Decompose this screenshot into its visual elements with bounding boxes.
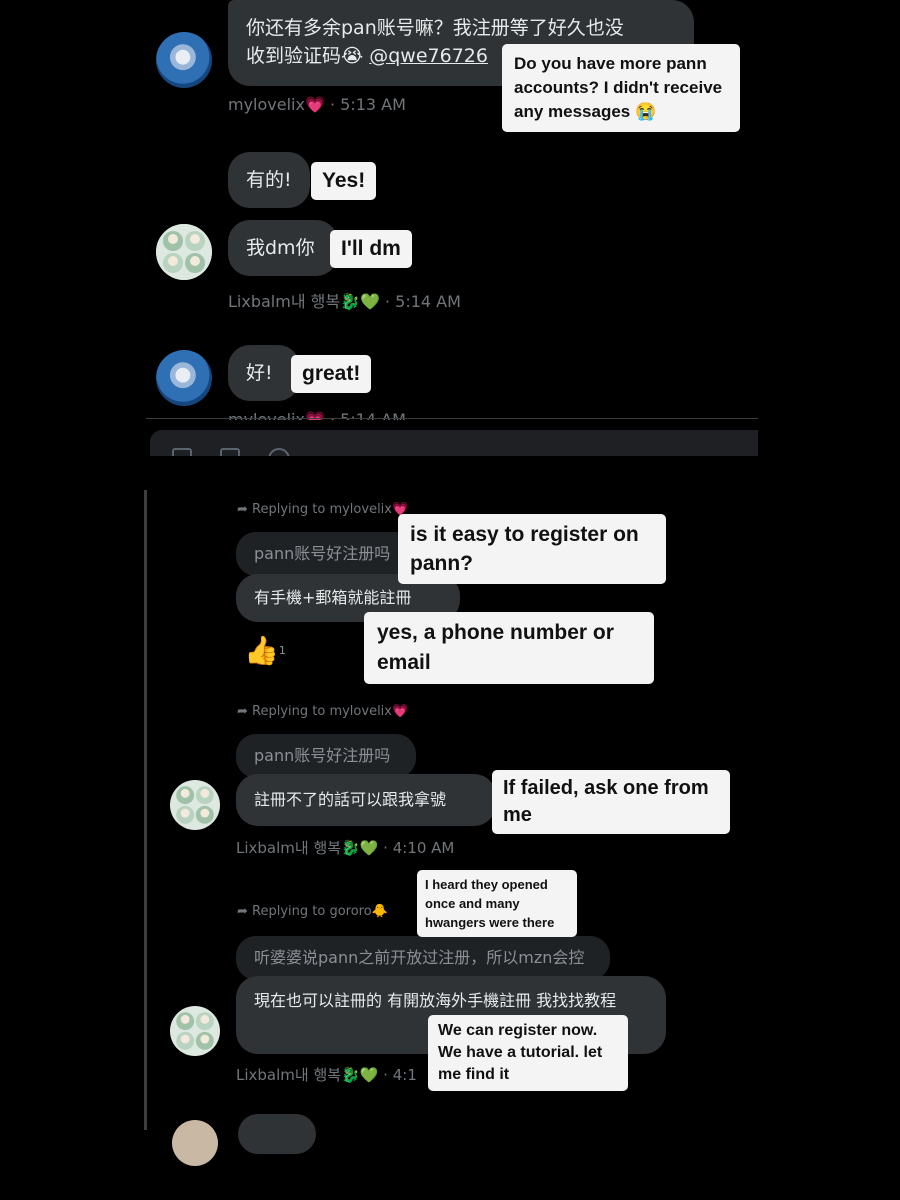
compose-bar[interactable] [150,430,758,456]
message-1-meta: mylovelix💗 · 5:13 AM [228,95,406,114]
image-icon[interactable] [172,448,192,456]
reply-indicator-1: ➦ Replying to mylovelix💗 [237,502,408,517]
message-4-text: 好! [246,362,273,384]
message-bubble-6[interactable]: 註冊不了的話可以跟我拿號 [236,774,496,826]
reply-arrow-icon: ➦ [237,502,253,517]
thumbs-up-icon: 👍 [244,634,279,667]
message-2-text: 有的! [246,169,292,191]
quoted-message-2[interactable]: pann账号好注册吗 [236,734,416,778]
message-1-line1: 你还有多余pan账号嘛？我注册等了好久也没 [246,17,624,39]
translation-8: I heard they opened once and many hwange… [417,870,577,937]
message-6-meta: Lixbalm내 행복🐉💚 · 4:10 AM [236,839,455,857]
thread-line [144,490,147,1130]
reply-indicator-2: ➦ Replying to mylovelix💗 [237,704,408,719]
reaction-thumbs-up[interactable]: 👍1 [244,634,286,668]
translation-6: yes, a phone number or email [364,612,654,684]
avatar-lixbalm-2[interactable] [170,780,220,830]
translation-7: If failed, ask one from me [492,770,730,834]
avatar-image [170,1006,220,1056]
message-7-meta: Lixbalm내 행복🐉💚 · 4:1 [236,1066,417,1084]
quoted-text-2: pann账号好注册吗 [254,746,391,765]
message-3-text: 我dm你 [246,237,315,259]
reaction-count: 1 [278,644,286,657]
reply-to-label-2: Replying to mylovelix💗 [252,704,409,719]
translation-1: Do you have more pann accounts? I didn't… [502,44,740,132]
reply-to-label-1: Replying to mylovelix💗 [252,502,409,517]
avatar-lixbalm[interactable] [156,224,212,280]
avatar-partial[interactable] [172,1120,218,1166]
avatar-image [170,780,220,830]
reply-to-label-3: Replying to gororo🐥 [252,904,388,919]
avatar-lixbalm-3[interactable] [170,1006,220,1056]
mention-link[interactable]: @qwe76726 [369,45,488,67]
quoted-message-1[interactable]: pann账号好注册吗 [236,532,416,576]
reply-arrow-icon: ➦ [237,904,253,919]
message-3-meta: Lixbalm내 행복🐉💚 · 5:14 AM [228,292,461,311]
translation-5: is it easy to register on pann? [398,514,666,584]
message-bubble-3[interactable]: 我dm你 [228,220,338,276]
quoted-message-3[interactable]: 听婆婆说pann之前开放过注册，所以mzn会控 [236,936,610,980]
translation-9: We can register now. We have a tutorial.… [428,1015,628,1091]
gif-icon[interactable] [220,448,240,456]
message-bubble-partial[interactable] [238,1114,316,1154]
translation-2: Yes! [311,162,377,201]
translation-3: I'll dm [330,230,412,269]
message-bubble-4[interactable]: 好! [228,345,300,401]
reply-arrow-icon: ➦ [237,704,253,719]
quoted-text-3: 听婆婆说pann之前开放过注册，所以mzn会控 [254,948,585,967]
avatar-image [156,224,212,280]
translation-4: great! [291,355,372,394]
message-1-line2: 收到验证码😭 [246,45,370,67]
message-6-text: 註冊不了的話可以跟我拿號 [254,790,447,809]
divider [146,418,758,419]
avatar-mylovelix-2[interactable] [156,350,212,406]
avatar-mylovelix[interactable] [156,32,212,88]
quoted-text-1: pann账号好注册吗 [254,544,391,563]
message-5-text: 有手機+郵箱就能註冊 [254,588,412,607]
emoji-icon[interactable] [268,448,290,456]
reply-indicator-3: ➦ Replying to gororo🐥 [237,904,388,919]
message-bubble-2[interactable]: 有的! [228,152,310,208]
message-7-text: 現在也可以註冊的 有開放海外手機註冊 我找找教程 [254,991,617,1010]
